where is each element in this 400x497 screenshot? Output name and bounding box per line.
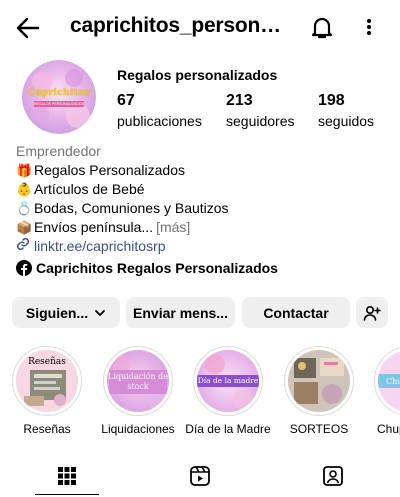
- posts-count: 67: [117, 92, 135, 109]
- add-person-icon: [363, 305, 381, 321]
- following-stat[interactable]: 198 seguidos: [318, 92, 374, 129]
- chevron-down-icon: [95, 309, 106, 316]
- profile-header: caprichitos_personalizados: [0, 0, 400, 56]
- bio-external-link[interactable]: linktr.ee/caprichitosrp: [34, 237, 166, 256]
- highlight-label: SORTEOS: [289, 422, 349, 436]
- profile-category: Emprendedor: [16, 143, 101, 159]
- facebook-icon: [16, 260, 32, 276]
- bio-line-text: Regalos Personalizados: [34, 162, 185, 178]
- profile-bio: Emprendedor 🎁 Regalos Personalizados 👶 A…: [16, 142, 386, 256]
- contact-button[interactable]: Contactar: [242, 297, 350, 328]
- facebook-page-name: Caprichitos Regalos Personalizados: [36, 260, 278, 276]
- baby-icon: 👶: [16, 182, 33, 197]
- following-button[interactable]: Siguien...: [12, 297, 120, 328]
- highlight-cover: Reseñas: [16, 350, 78, 412]
- profile-content-tabs: [0, 455, 400, 497]
- link-icon: [16, 237, 34, 256]
- tab-tagged[interactable]: [266, 455, 399, 497]
- highlight-item[interactable]: Reseñas Reseñas: [4, 346, 90, 436]
- bio-more-link[interactable]: [más]: [156, 218, 190, 237]
- contact-button-label: Contactar: [263, 304, 329, 321]
- bio-line: 📦 Envíos península... [más]: [16, 218, 386, 237]
- highlight-label: Reseñas: [23, 422, 71, 436]
- avatar-title: Caprichitos: [28, 88, 90, 98]
- highlight-cover: Liquidación de stock: [107, 350, 169, 412]
- reels-icon: [189, 466, 210, 486]
- grid-icon: [57, 467, 76, 485]
- posts-stat[interactable]: 67 publicaciones: [117, 92, 202, 129]
- following-label: seguidos: [318, 113, 375, 129]
- highlight-item[interactable]: Liquidación de stock Liquidaciones: [95, 346, 181, 436]
- giveaways-cover-image: [288, 350, 350, 412]
- highlight-item[interactable]: Chu Chupe: [366, 346, 400, 436]
- following-button-label: Siguien...: [25, 304, 89, 321]
- highlight-ring: Liquidación de stock: [103, 346, 173, 416]
- package-icon: 📦: [16, 220, 33, 235]
- bio-line-text: Envíos península...: [34, 219, 154, 235]
- followers-count: 213: [226, 92, 253, 109]
- following-count: 198: [318, 92, 345, 109]
- bio-line: 💍 Bodas, Comuniones y Bautizos: [16, 199, 386, 218]
- avatar-subtitle: REGALOS PERSONALIZADOS: [34, 101, 84, 107]
- profile-avatar[interactable]: Caprichitos REGALOS PERSONALIZADOS: [22, 60, 96, 134]
- highlight-ring: Chu: [374, 346, 400, 416]
- bell-icon[interactable]: [308, 13, 336, 41]
- highlight-label: Liquidaciones: [101, 422, 175, 436]
- suggested-accounts-button[interactable]: [356, 297, 388, 328]
- highlight-ring: Día de la madre: [193, 346, 263, 416]
- highlight-item[interactable]: SORTEOS: [276, 346, 362, 436]
- highlight-cover-text: Chu: [386, 377, 400, 386]
- tab-posts-grid[interactable]: [0, 455, 133, 497]
- tagged-icon: [322, 466, 343, 486]
- highlight-label: Día de la Madre: [185, 422, 271, 436]
- highlight-cover-text: Reseñas: [28, 357, 66, 367]
- highlight-ring: Reseñas: [12, 346, 82, 416]
- message-button[interactable]: Enviar mens...: [126, 297, 235, 328]
- back-arrow-icon[interactable]: [14, 14, 42, 42]
- bio-line: 🎁 Regalos Personalizados: [16, 161, 386, 180]
- bio-link-row[interactable]: linktr.ee/caprichitosrp: [16, 237, 386, 256]
- bio-line: 👶 Artículos de Bebé: [16, 180, 386, 199]
- highlight-cover: Chu: [378, 350, 400, 412]
- bio-line-text: Bodas, Comuniones y Bautizos: [34, 200, 229, 216]
- highlight-ring: [284, 346, 354, 416]
- more-options-icon[interactable]: [357, 13, 381, 41]
- highlight-item[interactable]: Día de la madre Día de la Madre: [185, 346, 271, 436]
- active-tab-indicator: [35, 493, 99, 495]
- highlight-cover: Día de la madre: [197, 350, 259, 412]
- profile-username: caprichitos_personalizados: [70, 14, 288, 37]
- followers-stat[interactable]: 213 seguidores: [226, 92, 295, 129]
- highlight-cover: [288, 350, 350, 412]
- message-button-label: Enviar mens...: [133, 304, 228, 321]
- highlight-cover-text: Día de la madre: [197, 376, 259, 385]
- highlight-label: Chupe: [377, 422, 400, 436]
- posts-label: publicaciones: [117, 113, 202, 129]
- bio-line-text: Artículos de Bebé: [34, 181, 145, 197]
- tab-reels[interactable]: [133, 455, 266, 497]
- profile-display-name: Regalos personalizados: [117, 67, 278, 83]
- gift-icon: 🎁: [16, 163, 33, 178]
- highlight-cover-text: Liquidación de stock: [108, 372, 168, 391]
- followers-label: seguidores: [226, 113, 295, 129]
- facebook-page-link[interactable]: Caprichitos Regalos Personalizados: [16, 260, 278, 276]
- ring-icon: 💍: [16, 201, 33, 216]
